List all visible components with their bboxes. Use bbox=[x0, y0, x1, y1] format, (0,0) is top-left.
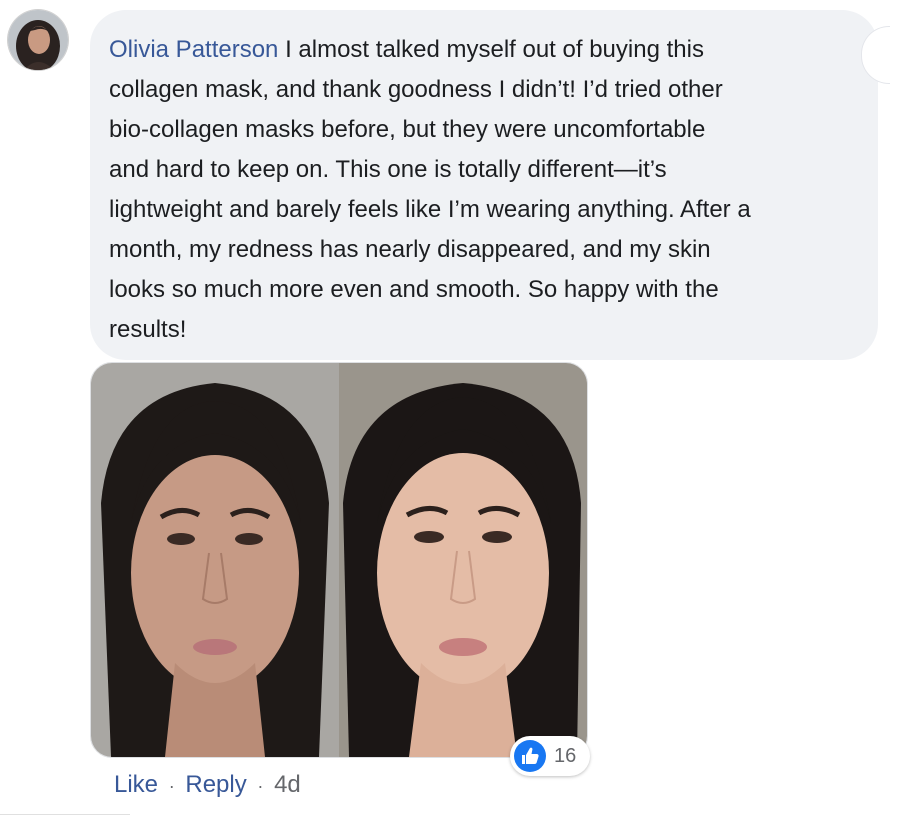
adjacent-element-edge bbox=[861, 26, 890, 84]
divider bbox=[0, 814, 130, 818]
comment-text-line: lightweight and barely feels like I’m we… bbox=[109, 196, 751, 223]
comment-timestamp[interactable]: 4d bbox=[274, 771, 301, 798]
separator-dot: · bbox=[257, 776, 264, 796]
after-photo bbox=[339, 363, 587, 757]
comment-text-line: bio-collagen masks before, but they were… bbox=[109, 116, 706, 143]
like-link[interactable]: Like bbox=[114, 771, 158, 798]
comment-photo-before-after[interactable] bbox=[90, 362, 588, 758]
comment-text-line: I almost talked myself out of buying thi… bbox=[285, 36, 704, 63]
reply-link[interactable]: Reply bbox=[185, 771, 246, 798]
comment-text-line: month, my redness has nearly disappeared… bbox=[109, 236, 711, 263]
author-name[interactable]: Olivia Patterson bbox=[109, 36, 278, 63]
comment-text-line: results! bbox=[109, 316, 187, 343]
before-photo bbox=[91, 363, 339, 757]
comment-bubble: Olivia Patterson I almost talked myself … bbox=[90, 10, 890, 360]
reaction-count-badge[interactable]: 16 bbox=[510, 736, 590, 776]
comment-container: Olivia Patterson I almost talked myself … bbox=[0, 0, 902, 818]
separator-dot: · bbox=[168, 776, 175, 796]
thumbs-up-icon bbox=[514, 740, 546, 772]
avatar[interactable] bbox=[8, 10, 68, 70]
comment-text-line: looks so much more even and smooth. So h… bbox=[109, 276, 719, 303]
comment-actions: Like · Reply · 4d bbox=[114, 770, 301, 801]
reaction-count: 16 bbox=[554, 744, 577, 767]
comment-text-line: collagen mask, and thank goodness I didn… bbox=[109, 76, 723, 103]
comment-text-line: and hard to keep on. This one is totally… bbox=[109, 156, 667, 183]
